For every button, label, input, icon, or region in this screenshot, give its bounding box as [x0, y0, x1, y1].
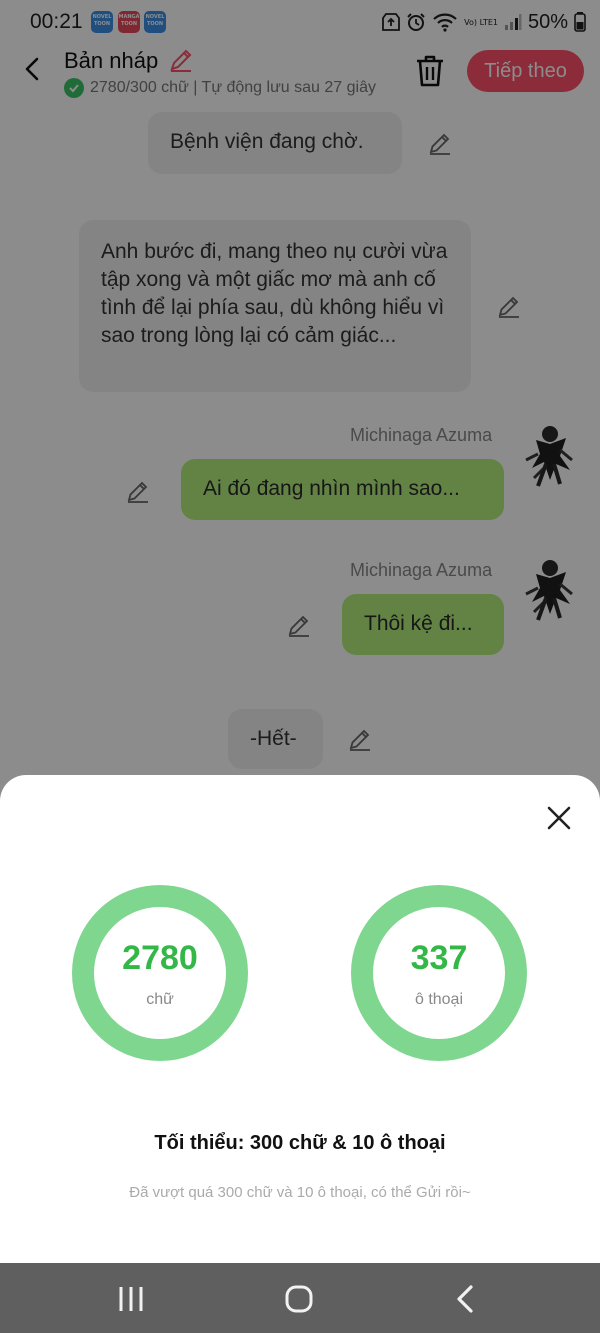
dialog-count-unit: ô thoại [414, 991, 464, 1008]
word-count-unit: chữ [146, 991, 174, 1008]
dialog-count-value: 337 [410, 939, 468, 977]
requirement-hint: Đã vượt quá 300 chữ và 10 ô thoại, có th… [129, 1184, 471, 1201]
stats-bottom-sheet: 2780 chữ 337 ô thoại Tối thiểu: 300 chữ … [0, 775, 600, 1263]
close-icon[interactable] [544, 803, 574, 833]
word-count-value: 2780 [122, 939, 198, 977]
home-icon[interactable] [279, 1283, 319, 1315]
back-icon[interactable] [446, 1283, 486, 1315]
minimum-requirement: Tối thiểu: 300 chữ & 10 ô thoại [154, 1132, 446, 1154]
dialog-count-ring: 337 ô thoại [351, 885, 527, 1061]
word-count-ring: 2780 chữ [72, 885, 248, 1061]
system-nav-bar [0, 1263, 600, 1333]
recent-apps-icon[interactable] [111, 1283, 151, 1315]
